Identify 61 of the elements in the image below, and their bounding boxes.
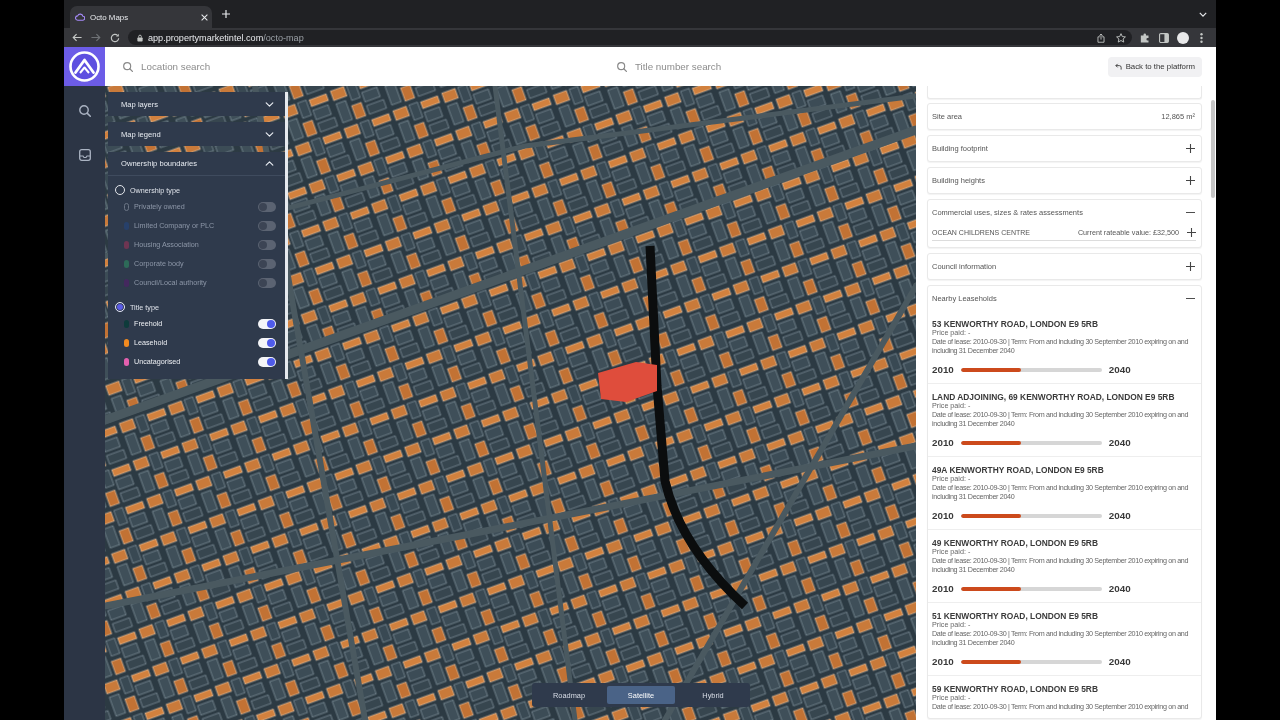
avatar-icon[interactable]	[1177, 31, 1189, 44]
panel-scrollbar[interactable]	[285, 92, 288, 379]
radio-button[interactable]	[115, 302, 125, 312]
return-arrow-icon	[1114, 63, 1122, 70]
toggle-switch[interactable]	[258, 337, 276, 348]
minus-icon[interactable]	[1186, 297, 1195, 300]
minus-icon[interactable]	[1186, 211, 1195, 214]
end-year: 2040	[1108, 583, 1131, 595]
end-year: 2040	[1108, 510, 1131, 522]
star-icon[interactable]	[1116, 32, 1126, 43]
close-icon[interactable]	[201, 13, 208, 21]
start-year: 2010	[932, 437, 954, 449]
plus-icon[interactable]	[1187, 228, 1196, 237]
toggle-switch[interactable]	[258, 201, 276, 212]
end-year: 2040	[1108, 656, 1131, 668]
plus-icon[interactable]	[1186, 144, 1195, 153]
toggle-switch[interactable]	[258, 258, 276, 269]
satellite-map-drawing[interactable]	[105, 86, 916, 720]
start-year: 2010	[932, 656, 954, 668]
logo-icon[interactable]	[64, 47, 105, 86]
address-heading: 59 KENWORTHY ROAD, LONDON E9 5RB	[932, 684, 1099, 694]
highlighted-parcel[interactable]	[596, 361, 658, 403]
inbox-icon[interactable]	[78, 149, 91, 161]
start-year: 2010	[932, 510, 954, 522]
chevron-up-icon[interactable]	[265, 161, 274, 166]
toggle-switch[interactable]	[258, 277, 276, 288]
puzzle-icon[interactable]	[1140, 32, 1150, 43]
chevron-down-icon[interactable]	[265, 101, 274, 107]
cloud-icon	[75, 13, 85, 21]
share-icon[interactable]	[1097, 32, 1105, 43]
chevron-down-icon[interactable]	[265, 131, 274, 137]
end-year: 2040	[1108, 437, 1131, 449]
lock-icon	[137, 33, 143, 42]
search-field[interactable]: Title number search	[635, 58, 1092, 75]
address-bar[interactable]: app.propertymarketintel.com/octo-map	[128, 30, 1132, 45]
more-vertical-icon[interactable]	[1200, 32, 1203, 43]
address-heading: LAND ADJOINING, 69 KENWORTHY ROAD, LONDON E9 5RB	[932, 392, 1176, 402]
start-year: 2010	[932, 364, 954, 376]
toggle-switch[interactable]	[258, 220, 276, 231]
address-heading: 49A KENWORTHY ROAD, LONDON E9 5RB	[932, 465, 1105, 475]
url-text: app.propertymarketintel.com/octo-map	[148, 32, 305, 43]
toggle-switch[interactable]	[258, 239, 276, 250]
scrollbar-thumb[interactable]	[1211, 100, 1215, 198]
search-icon[interactable]	[78, 105, 91, 117]
search-icon	[617, 61, 627, 72]
search-icon	[123, 61, 133, 72]
back-arrow-icon[interactable]	[72, 33, 82, 42]
plus-icon[interactable]	[1186, 262, 1195, 271]
search-field[interactable]: Location search	[141, 58, 612, 75]
address-heading: 51 KENWORTHY ROAD, LONDON E9 5RB	[932, 611, 1099, 621]
start-year: 2010	[932, 583, 954, 595]
address-heading: 53 KENWORTHY ROAD, LONDON E9 5RB	[932, 319, 1099, 329]
end-year: 2040	[1108, 364, 1131, 376]
sidebar-icon[interactable]	[1159, 32, 1169, 43]
chevron-down-icon[interactable]	[1199, 11, 1207, 17]
address-heading: 49 KENWORTHY ROAD, LONDON E9 5RB	[932, 538, 1099, 548]
plus-icon[interactable]	[1186, 176, 1195, 185]
toggle-switch[interactable]	[258, 356, 276, 367]
toggle-switch[interactable]	[258, 318, 276, 329]
reload-icon[interactable]	[110, 32, 120, 43]
forward-arrow-icon[interactable]	[91, 33, 101, 42]
